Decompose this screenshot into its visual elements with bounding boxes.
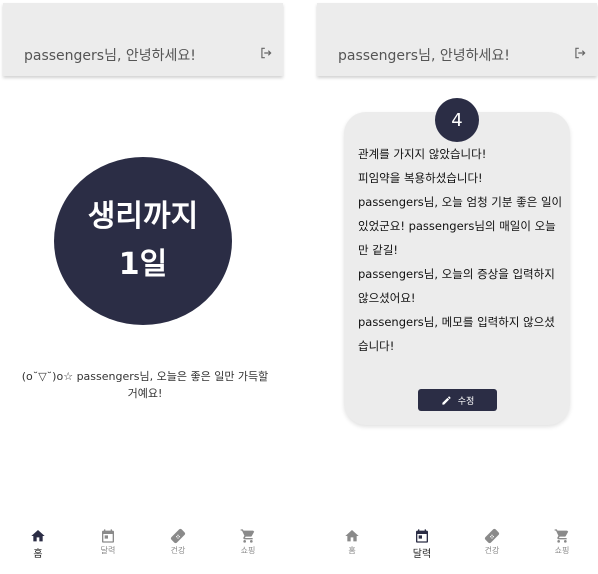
period-countdown-circle: 생리까지 1일 <box>54 157 232 325</box>
period-countdown-days: 1일 <box>118 247 168 282</box>
nav-item-calendar[interactable]: 달력 <box>73 522 143 564</box>
calendar-screen: passengers님, 안녕하세요! 4 관계를 가지지 않았습니다! 피임약… <box>317 0 597 574</box>
calendar-icon <box>102 529 114 543</box>
status-line: passengers님, 오늘의 증상을 입력하지 않으셨어요! <box>358 267 555 305</box>
nav-label-home: 홈 <box>33 549 43 560</box>
home-screen: passengers님, 안녕하세요! 생리까지 1일 (o˘▽˘)o☆ pas… <box>3 0 283 574</box>
period-countdown-label: 생리까지 <box>87 199 199 234</box>
nav-item-calendar[interactable]: 달력 <box>387 522 457 564</box>
nav-item-home[interactable]: 홈 <box>3 522 73 564</box>
nav-item-shopping[interactable]: 쇼핑 <box>527 522 597 564</box>
bottom-nav: 홈 달력 건강 쇼핑 <box>3 522 283 564</box>
nav-label-shopping: 쇼핑 <box>554 546 570 555</box>
daily-message: (o˘▽˘)o☆ passengers님, 오늘은 좋은 일만 가득할거예요! <box>21 370 269 400</box>
logout-icon[interactable] <box>259 46 273 60</box>
nav-label-shopping: 쇼핑 <box>240 546 256 555</box>
cart-icon <box>240 529 255 543</box>
home-icon <box>31 530 45 542</box>
app-header: passengers님, 안녕하세요! <box>3 3 283 76</box>
logout-icon[interactable] <box>573 46 587 60</box>
cart-icon <box>554 529 569 543</box>
nav-label-health: 건강 <box>170 546 186 555</box>
bandage-icon <box>170 528 186 544</box>
nav-item-home[interactable]: 홈 <box>317 522 387 564</box>
status-line: 피임약을 복용하셨습니다! <box>358 171 483 185</box>
status-line: passengers님, 오늘 엄청 기분 좋은 일이 있었군요! passen… <box>358 195 563 257</box>
greeting-text: passengers님, 안녕하세요! <box>338 48 510 64</box>
greeting-text: passengers님, 안녕하세요! <box>24 48 196 64</box>
day-number-badge: 4 <box>435 98 479 142</box>
status-line: 관계를 가지지 않았습니다! <box>358 147 487 161</box>
nav-label-home: 홈 <box>348 546 356 555</box>
nav-item-health[interactable]: 건강 <box>143 522 213 564</box>
status-line: passengers님, 메모를 입력하지 않으셨습니다! <box>358 315 555 353</box>
nav-label-calendar: 달력 <box>100 546 116 555</box>
bandage-icon <box>484 528 500 544</box>
nav-item-health[interactable]: 건강 <box>457 522 527 564</box>
bottom-nav: 홈 달력 건강 쇼핑 <box>317 522 597 564</box>
nav-label-health: 건강 <box>484 546 500 555</box>
app-header: passengers님, 안녕하세요! <box>317 3 597 76</box>
nav-item-shopping[interactable]: 쇼핑 <box>213 522 283 564</box>
calendar-icon <box>416 529 428 543</box>
nav-label-calendar: 달력 <box>412 549 432 560</box>
day-status-list: 관계를 가지지 않았습니다! 피임약을 복용하셨습니다! passengers님… <box>358 142 563 358</box>
edit-button-label: 수정 <box>457 396 475 407</box>
home-icon <box>345 530 359 542</box>
edit-button[interactable]: 수정 <box>418 389 497 411</box>
pencil-icon <box>442 395 451 405</box>
